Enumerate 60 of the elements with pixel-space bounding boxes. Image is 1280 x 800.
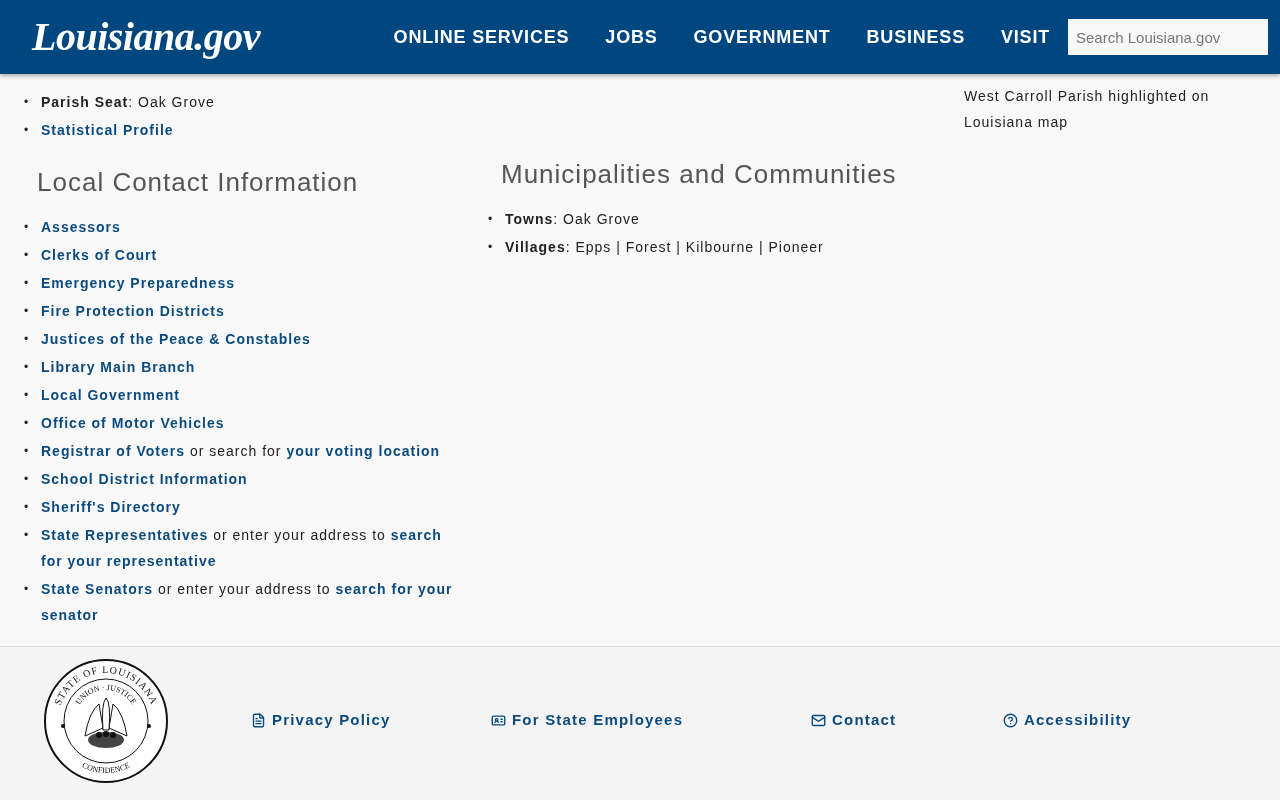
search-field[interactable]: Search Louisiana.gov	[1068, 19, 1268, 55]
directory-link[interactable]: Fire Protection Districts	[41, 303, 225, 319]
directory-link[interactable]: Sheriff's Directory	[41, 499, 181, 515]
bullet-mark: •	[24, 415, 30, 432]
bullet-mark: •	[24, 499, 30, 516]
nav-link[interactable]: ONLINE SERVICES	[393, 23, 570, 51]
link-connector-text: or search for	[189, 443, 282, 459]
directory-link[interactable]: Assessors	[41, 219, 121, 235]
directory-link[interactable]: State Representatives	[41, 527, 209, 543]
municipality-text: Towns: Oak Grove	[505, 210, 640, 229]
directory-link[interactable]: search for your	[335, 581, 453, 597]
link-connector-text: or enter your address to	[157, 581, 331, 597]
directory-link[interactable]: Local Government	[41, 387, 180, 403]
section-heading: Municipalities and Communities	[501, 158, 898, 190]
bullet-mark: •	[24, 387, 30, 404]
footer-link[interactable]: For State Employees	[491, 709, 811, 732]
footer-link[interactable]: Accessibility	[1003, 709, 1195, 732]
directory-link[interactable]: Library Main Branch	[41, 359, 196, 375]
profile-link[interactable]: Statistical Profile	[41, 116, 174, 144]
document-icon	[251, 713, 266, 728]
bullet-mark: •	[24, 122, 30, 139]
section-heading: Local Contact Information	[37, 166, 360, 198]
directory-link[interactable]: Emergency Preparedness	[41, 275, 235, 291]
municipality-text: Villages: Epps | Forest | Kilbourne | Pioneer	[505, 238, 824, 257]
nav-link[interactable]: GOVERNMENT	[693, 23, 831, 51]
mail-icon	[811, 713, 826, 728]
bullet-mark: •	[24, 443, 30, 460]
bullet-mark: •	[488, 239, 494, 256]
bullet-mark: •	[24, 527, 30, 544]
bullet-mark: •	[24, 275, 30, 292]
directory-link[interactable]: senator	[41, 607, 99, 623]
bullet-mark: •	[24, 471, 30, 488]
directory-link[interactable]: Office of Motor Vehicles	[41, 415, 225, 431]
directory-link[interactable]: State Senators	[41, 581, 154, 597]
directory-link[interactable]: for your representative	[41, 553, 217, 569]
bullet-mark: •	[24, 331, 30, 348]
directory-link[interactable]: Clerks of Court	[41, 247, 158, 263]
link-connector-text: or enter your address to	[213, 527, 386, 543]
nav-link[interactable]: JOBS	[605, 23, 658, 51]
site-logo[interactable]: Louisiana.gov	[32, 17, 260, 57]
id-card-icon	[491, 713, 506, 728]
bullet-mark: •	[24, 247, 30, 264]
directory-link[interactable]: Registrar of Voters	[41, 443, 185, 459]
directory-link[interactable]: your voting location	[286, 443, 441, 459]
bullet-mark: •	[24, 359, 30, 376]
bullet-mark: •	[488, 211, 494, 228]
bullet-mark: •	[24, 303, 30, 320]
parish-seat-text: Parish Seat: Oak Grove	[41, 93, 215, 112]
map-caption: West Carroll Parish highlighted on Louisiana map	[964, 87, 1211, 132]
nav-link[interactable]: VISIT	[1001, 23, 1050, 51]
bullet-mark: •	[24, 219, 30, 236]
bullet-mark: •	[24, 94, 30, 111]
directory-link[interactable]: School District Information	[41, 471, 248, 487]
directory-link[interactable]: search	[390, 527, 442, 543]
footer-link[interactable]: Contact	[811, 709, 1003, 732]
bullet-mark: •	[24, 581, 30, 598]
footer-link[interactable]: Privacy Policy	[251, 709, 491, 732]
help-icon	[1003, 713, 1018, 728]
directory-link[interactable]: Justices of the Peace & Constables	[41, 331, 311, 347]
nav-link[interactable]: BUSINESS	[866, 23, 965, 51]
